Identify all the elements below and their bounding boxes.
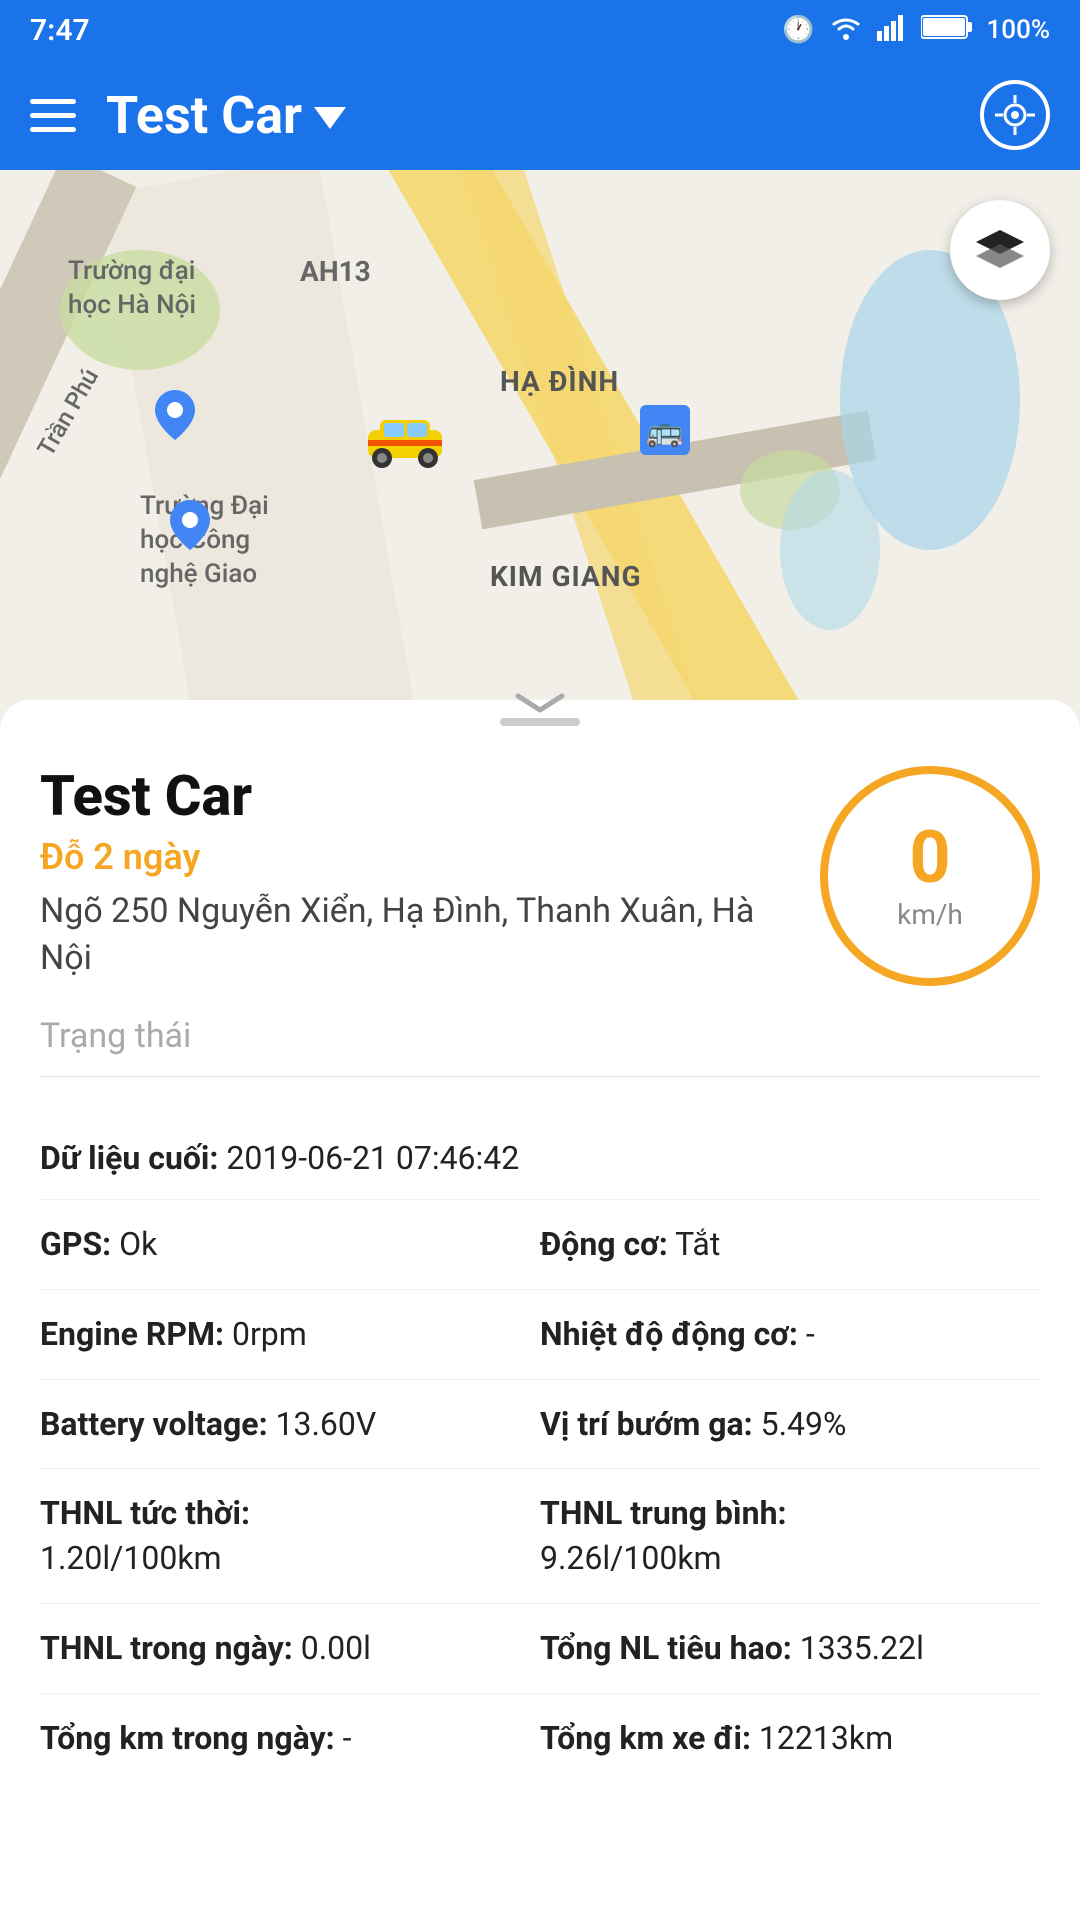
map-label-truong-dai-hoc-ha-noi: Trường đạihọc Hà Nội [68,255,196,323]
hamburger-menu-button[interactable] [30,99,76,132]
svg-text:🚌: 🚌 [646,414,683,449]
du-lieu-cuoi-row: Dữ liệu cuối: 2019-06-21 07:46:42 [40,1117,1040,1200]
tong-nl-tieu-hao-field: Tổng NL tiêu hao: 1335.22l [540,1626,1040,1671]
engine-rpm-label: Engine RPM: [40,1315,224,1353]
vi-buom-ga-field: Vị trí bướm ga: 5.49% [540,1402,1040,1447]
nhiet-do-dongco-label: Nhiệt độ động cơ: [540,1315,798,1353]
location-button[interactable] [980,80,1050,150]
data-section: Dữ liệu cuối: 2019-06-21 07:46:42 GPS: O… [0,1107,1080,1793]
tong-km-trong-ngay-field: Tổng km trong ngày: - [40,1716,540,1761]
tong-km-trong-ngay-label: Tổng km trong ngày: [40,1719,335,1757]
status-time: 7:47 [30,13,90,48]
map-pin-1 [155,390,195,444]
map-label-ah13: AH13 [300,255,371,288]
layer-button[interactable] [950,200,1050,300]
battery-vibuomga-row: Battery voltage: 13.60V Vị trí bướm ga: … [40,1380,1040,1470]
toolbar: Test Car [0,60,1080,170]
battery-voltage-field: Battery voltage: 13.60V [40,1402,540,1447]
speed-unit: km/h [897,898,963,931]
battery-percent: 100% [987,15,1050,45]
thnl-trung-binh-label: THNL trung bình: [540,1491,1040,1536]
tong-km-xe-di-label: Tổng km xe đi: [540,1719,751,1757]
thnl-tuc-thoi-label: THNL tức thời: [40,1491,540,1536]
du-lieu-cuoi-field: Dữ liệu cuối: 2019-06-21 07:46:42 [40,1139,1040,1177]
info-top: Test Car Đỗ 2 ngày Ngõ 250 Nguyễn Xiển, … [40,766,1040,986]
tongkm-row: Tổng km trong ngày: - Tổng km xe đi: 122… [40,1694,1040,1783]
tong-km-trong-ngay-value: - [343,1719,352,1757]
thnl-trung-binh-value: 9.26l/100km [540,1536,1040,1581]
gps-value: Ok [119,1225,157,1263]
tong-km-xe-di-value: 12213km [759,1719,893,1757]
dropdown-arrow-icon[interactable] [314,107,346,129]
engine-rpm-value: 0rpm [232,1315,307,1353]
status-icons: 🕐 100% [782,13,1050,48]
vi-buom-ga-label: Vị trí bướm ga: [540,1405,753,1443]
speed-value: 0 [909,822,950,894]
car-status: Đỗ 2 ngày [40,836,800,878]
info-left: Test Car Đỗ 2 ngày Ngõ 250 Nguyễn Xiển, … [40,766,800,983]
signal-icon [877,13,907,48]
tong-nl-tieu-hao-value: 1335.22l [800,1629,924,1667]
du-lieu-cuoi-label: Dữ liệu cuối: [40,1139,218,1177]
car-marker [360,410,450,470]
bus-stop-icon: 🚌 [640,405,690,459]
thnl-trong-ngay-field: THNL trong ngày: 0.00l [40,1626,540,1671]
pull-handle-bar [500,718,580,726]
thnl-tuc-thoi-field: THNL tức thời: 1.20l/100km [40,1491,540,1581]
gps-field: GPS: Ok [40,1222,540,1267]
map-pin-2 [170,500,210,554]
nhiet-do-dongco-value: - [806,1315,815,1353]
speed-circle: 0 km/h [820,766,1040,986]
dongco-value: Tắt [675,1225,720,1263]
thnl-trong-ngay-label: THNL trong ngày: [40,1629,293,1667]
du-lieu-cuoi-value: 2019-06-21 07:46:42 [226,1139,519,1177]
engine-rpm-field: Engine RPM: 0rpm [40,1312,540,1357]
toolbar-title: Test Car [106,85,346,146]
car-name: Test Car [40,766,800,828]
trang-thai-label: Trạng thái [40,1016,1040,1077]
toolbar-left: Test Car [30,85,346,146]
vi-buom-ga-value: 5.49% [761,1405,847,1443]
dongco-label: Động cơ: [540,1225,668,1263]
thnl-tongni-row: THNL trong ngày: 0.00l Tổng NL tiêu hao:… [40,1604,1040,1694]
car-address: Ngõ 250 Nguyễn Xiển, Hạ Đình, Thanh Xuân… [40,888,800,983]
map-label-ha-dinh: HẠ ĐÌNH [500,365,619,398]
map-label-kim-giang: KIM GIANG [490,560,642,593]
dongco-field: Động cơ: Tắt [540,1222,1040,1267]
thnl-tuc-thoi-value: 1.20l/100km [40,1536,540,1581]
gps-dongco-row: GPS: Ok Động cơ: Tắt [40,1200,1040,1290]
wifi-icon [829,13,863,48]
battery-voltage-label: Battery voltage: [40,1405,268,1443]
rpm-nhietdo-row: Engine RPM: 0rpm Nhiệt độ động cơ: - [40,1290,1040,1380]
status-bar: 7:47 🕐 100% [0,0,1080,60]
alarm-icon: 🕐 [782,15,814,45]
thnl-trung-binh-field: THNL trung bình: 9.26l/100km [540,1491,1040,1581]
nhiet-do-dongco-field: Nhiệt độ động cơ: - [540,1312,1040,1357]
tong-km-xe-di-field: Tổng km xe đi: 12213km [540,1716,1040,1761]
thnl-tuctoi-trungbinh-row: THNL tức thời: 1.20l/100km THNL trung bì… [40,1469,1040,1604]
battery-voltage-value: 13.60V [276,1405,377,1443]
tong-nl-tieu-hao-label: Tổng NL tiêu hao: [540,1629,792,1667]
map-area[interactable]: HẠ ĐÌNH KIM GIANG AH13 Trường đạihọc Hà … [0,170,1080,730]
info-panel: Test Car Đỗ 2 ngày Ngõ 250 Nguyễn Xiển, … [0,736,1080,1107]
gps-label: GPS: [40,1225,111,1263]
thnl-trong-ngay-value: 0.00l [301,1629,371,1667]
battery-icon [921,14,973,47]
pull-handle[interactable] [0,700,1080,736]
